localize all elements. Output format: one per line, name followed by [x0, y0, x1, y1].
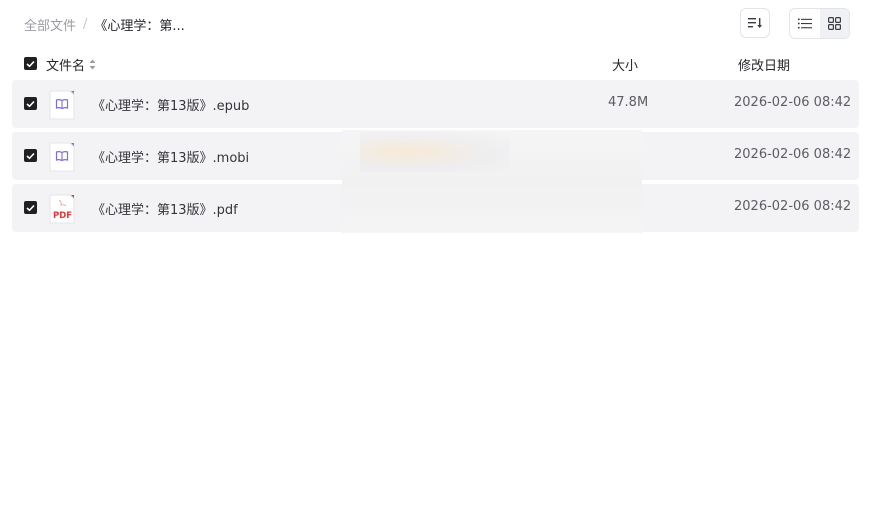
file-date: 2026-02-06 08:42 — [734, 95, 852, 110]
sort-icon — [748, 18, 762, 28]
select-all-checkbox[interactable] — [24, 57, 37, 70]
file-browser: 全部文件 / 《心理学：第... 文件名 大小 修改日期 《心理学：第13版》.… — [0, 0, 874, 514]
ebook-icon — [49, 142, 75, 172]
view-toggle — [789, 8, 850, 39]
file-date: 2026-02-06 08:42 — [734, 147, 852, 162]
obscured-smudge — [360, 132, 510, 172]
file-name[interactable]: 《心理学：第13版》.pdf — [92, 199, 238, 218]
file-name[interactable]: 《心理学：第13版》.mobi — [92, 147, 249, 166]
check-icon — [26, 100, 35, 107]
column-header-size[interactable]: 大小 — [612, 55, 638, 74]
sort-button[interactable] — [740, 8, 770, 38]
svg-text:PDF: PDF — [53, 211, 72, 221]
breadcrumb-root[interactable]: 全部文件 — [24, 15, 76, 34]
grid-view-button[interactable] — [819, 9, 849, 38]
column-header-date[interactable]: 修改日期 — [738, 55, 790, 74]
file-size: 47.8M — [608, 95, 649, 110]
table-header: 文件名 大小 修改日期 — [12, 50, 859, 78]
breadcrumb: 全部文件 / 《心理学：第... — [24, 14, 185, 34]
grid-view-icon — [827, 17, 841, 30]
check-icon — [26, 60, 35, 67]
row-checkbox[interactable] — [24, 201, 37, 214]
list-view-icon — [797, 18, 812, 29]
ebook-icon — [49, 90, 75, 120]
table-row[interactable]: 《心理学：第13版》.epub 47.8M 2026-02-06 08:42 — [12, 80, 859, 128]
file-date: 2026-02-06 08:42 — [734, 199, 852, 214]
column-name-label: 文件名 — [46, 59, 86, 74]
row-checkbox[interactable] — [24, 97, 37, 110]
pdf-icon: PDF — [49, 194, 75, 224]
row-checkbox[interactable] — [24, 149, 37, 162]
check-icon — [26, 204, 35, 211]
column-header-name[interactable]: 文件名 — [46, 55, 96, 74]
list-view-button[interactable] — [790, 9, 820, 38]
file-name[interactable]: 《心理学：第13版》.epub — [92, 95, 249, 114]
check-icon — [26, 152, 35, 159]
breadcrumb-current: 《心理学：第... — [94, 18, 185, 34]
breadcrumb-separator: / — [83, 16, 88, 32]
sort-caret-icon[interactable] — [89, 59, 96, 70]
